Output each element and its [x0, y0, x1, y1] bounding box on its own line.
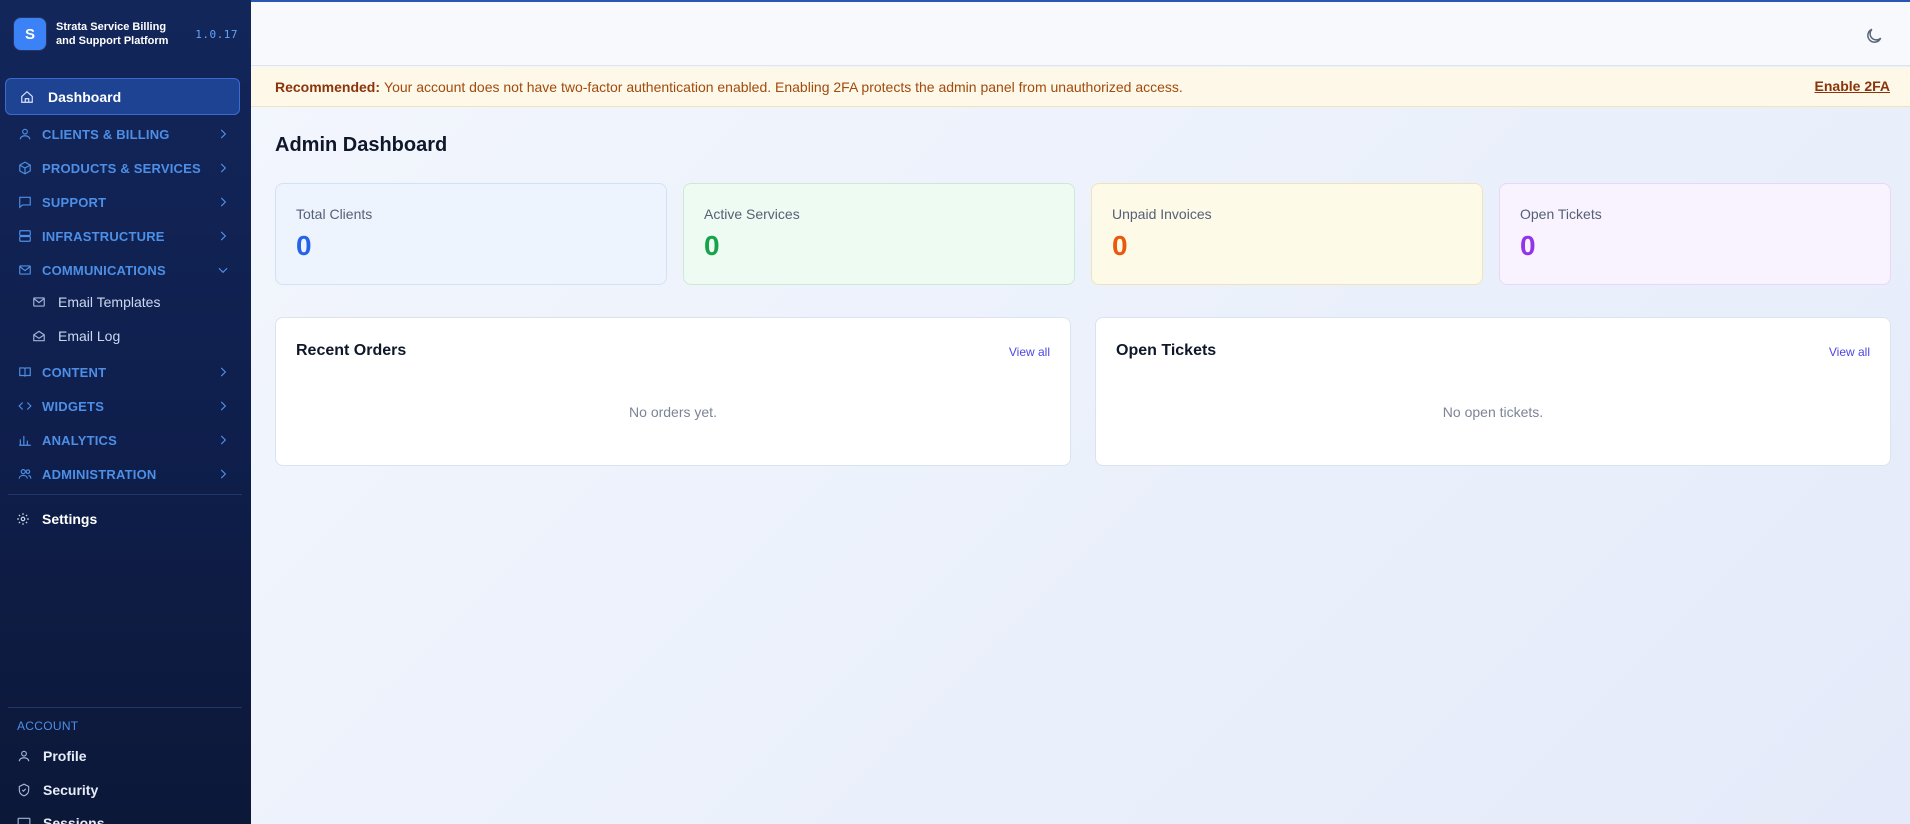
brand-name: Strata Service Billing and Support Platf… [56, 21, 169, 47]
main-content: Recommended: Your account does not have … [251, 0, 1910, 824]
sidebar-group-label: CONTENT [42, 364, 107, 380]
sidebar-group-widgets[interactable]: WIDGETS [18, 395, 230, 417]
card-title: Recent Orders [296, 342, 407, 359]
sidebar-group-clients-billing[interactable]: CLIENTS & BILLING [18, 123, 230, 145]
book-icon [19, 367, 31, 377]
chevron-right-icon [220, 401, 227, 411]
brand-logo: S [14, 18, 46, 50]
monitor-icon [17, 817, 31, 824]
sidebar-item-security[interactable]: Security [17, 779, 98, 801]
bar-chart-icon [19, 435, 31, 446]
empty-state-text: No orders yet. [629, 404, 717, 420]
sidebar-group-label: PRODUCTS & SERVICES [42, 160, 201, 176]
sidebar-group-content[interactable]: CONTENT [18, 361, 230, 383]
chevron-right-icon [220, 469, 227, 479]
sidebar-item-label: Email Templates [58, 294, 161, 310]
message-square-icon [19, 196, 31, 209]
users-icon [19, 128, 31, 140]
stat-card-active-services[interactable]: Active Services 0 [683, 183, 1075, 285]
banner-label: Recommended: [275, 78, 381, 95]
sidebar-group-label: INFRASTRUCTURE [42, 228, 165, 244]
sidebar-item-email-templates[interactable]: Email Templates [32, 291, 232, 313]
sidebar-item-label: Dashboard [48, 88, 122, 105]
recent-orders-card: Recent Orders View all No orders yet. [275, 317, 1071, 466]
stat-card-open-tickets[interactable]: Open Tickets 0 [1499, 183, 1891, 285]
sidebar-group-label: ANALYTICS [42, 432, 117, 448]
sidebar: S Strata Service Billing and Support Pla… [0, 0, 251, 824]
page-title: Admin Dashboard [275, 134, 448, 156]
sidebar-item-label: Sessions [43, 815, 105, 824]
user-icon [18, 750, 30, 762]
two-factor-banner: Recommended: Your account does not have … [251, 67, 1910, 107]
enable-2fa-link[interactable]: Enable 2FA [1815, 78, 1890, 94]
banner-text: Your account does not have two-factor au… [384, 78, 1183, 95]
stat-label: Total Clients [296, 206, 373, 222]
sidebar-divider [8, 494, 242, 495]
sidebar-item-label: Security [43, 782, 99, 798]
account-section-title: ACCOUNT [17, 719, 79, 733]
open-tickets-card: Open Tickets View all No open tickets. [1095, 317, 1891, 466]
server-icon [19, 230, 31, 242]
chevron-right-icon [220, 197, 227, 207]
chevron-right-icon [220, 129, 227, 139]
home-icon [21, 90, 33, 103]
sidebar-item-email-log[interactable]: Email Log [32, 325, 232, 347]
stat-value: 0 [1112, 230, 1128, 261]
shield-icon [18, 783, 30, 797]
sidebar-group-label: ADMINISTRATION [42, 466, 157, 482]
sidebar-item-settings[interactable]: Settings [16, 508, 97, 530]
sidebar-group-label: CLIENTS & BILLING [42, 126, 170, 142]
sidebar-group-label: COMMUNICATIONS [42, 262, 166, 278]
mail-icon [19, 265, 31, 275]
sidebar-divider [8, 707, 242, 708]
sidebar-item-label: Profile [43, 748, 87, 764]
chevron-right-icon [220, 231, 227, 241]
chevron-down-icon [218, 267, 228, 274]
sidebar-item-sessions[interactable]: Sessions [17, 812, 104, 824]
sidebar-group-label: SUPPORT [42, 194, 107, 210]
chevron-right-icon [220, 163, 227, 173]
stat-label: Active Services [704, 206, 800, 222]
sidebar-item-label: Settings [42, 511, 98, 527]
app-version: 1.0.17 [195, 27, 238, 41]
mail-open-icon [33, 330, 45, 342]
sidebar-group-label: WIDGETS [42, 398, 105, 414]
stat-label: Open Tickets [1520, 206, 1602, 222]
sidebar-group-support[interactable]: SUPPORT [18, 191, 230, 213]
top-bar [251, 2, 1910, 66]
brand[interactable]: S Strata Service Billing and Support Pla… [14, 18, 238, 50]
code-icon [18, 402, 32, 410]
sidebar-group-communications[interactable]: COMMUNICATIONS [18, 259, 230, 281]
chevron-right-icon [220, 435, 227, 445]
stat-label: Unpaid Invoices [1112, 206, 1212, 222]
package-icon [19, 161, 31, 175]
view-all-orders-link[interactable]: View all [1009, 345, 1050, 359]
moon-icon[interactable] [1864, 26, 1884, 46]
sidebar-group-products-services[interactable]: PRODUCTS & SERVICES [18, 157, 230, 179]
stat-value: 0 [1520, 230, 1536, 261]
stat-card-total-clients[interactable]: Total Clients 0 [275, 183, 667, 285]
sidebar-item-label: Email Log [58, 328, 121, 344]
chevron-right-icon [220, 367, 227, 377]
gear-icon [17, 513, 29, 525]
card-title: Open Tickets [1116, 342, 1217, 359]
sidebar-item-profile[interactable]: Profile [17, 745, 87, 767]
empty-state-text: No open tickets. [1442, 404, 1544, 420]
stat-value: 0 [704, 230, 720, 261]
sidebar-group-analytics[interactable]: ANALYTICS [18, 429, 230, 451]
user-group-icon [18, 469, 32, 479]
sidebar-group-administration[interactable]: ADMINISTRATION [18, 463, 230, 485]
stat-value: 0 [296, 230, 312, 261]
mail-icon [33, 297, 45, 307]
view-all-tickets-link[interactable]: View all [1829, 345, 1870, 359]
sidebar-item-dashboard[interactable]: Dashboard [5, 78, 240, 115]
sidebar-group-infrastructure[interactable]: INFRASTRUCTURE [18, 225, 230, 247]
stat-card-unpaid-invoices[interactable]: Unpaid Invoices 0 [1091, 183, 1483, 285]
